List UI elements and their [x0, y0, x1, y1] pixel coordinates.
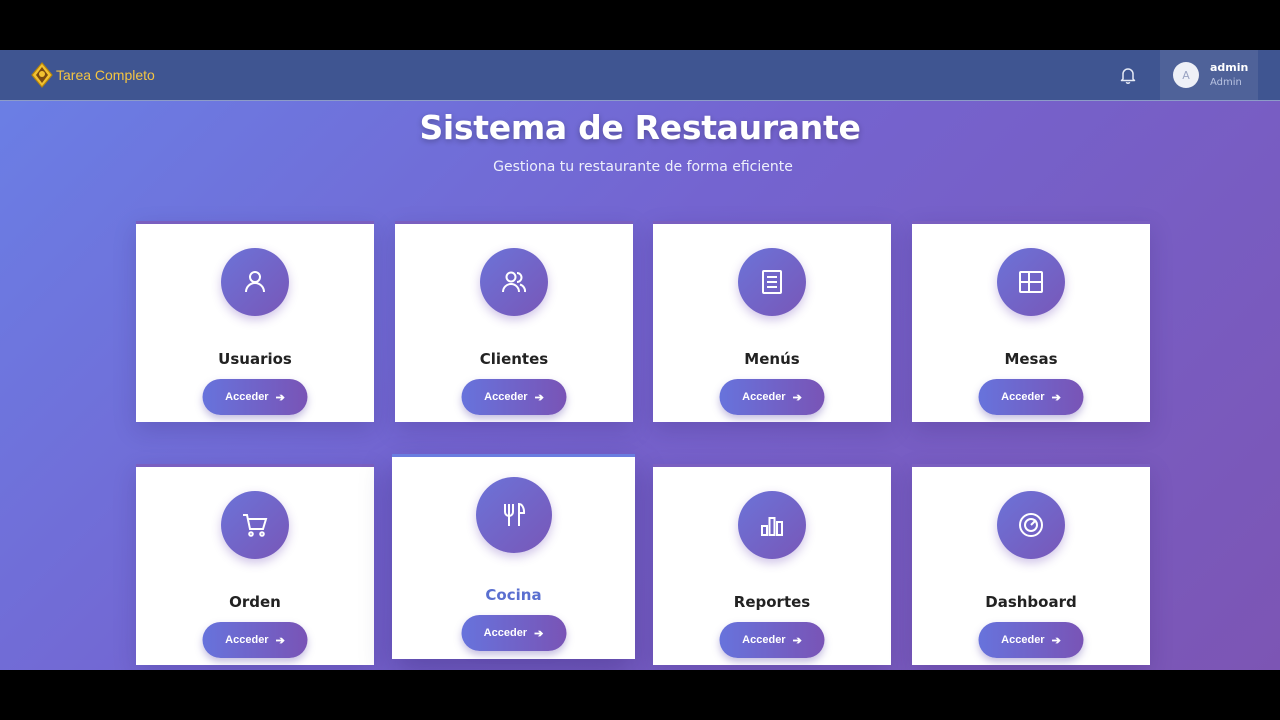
user-icon	[245, 271, 265, 293]
icon-circle	[997, 491, 1065, 559]
access-button-label: Acceder	[225, 634, 269, 646]
gauge-icon	[1019, 513, 1043, 537]
avatar: A	[1173, 62, 1199, 88]
access-button-label: Acceder	[1001, 391, 1045, 403]
module-label: Menús	[744, 350, 800, 368]
icon-circle	[738, 248, 806, 316]
access-button-orden[interactable]: Acceder ➔	[202, 622, 308, 658]
arrow-right-icon: ➔	[534, 627, 544, 640]
access-button-clientes[interactable]: Acceder ➔	[461, 379, 567, 415]
module-card-menus[interactable]: Menús Acceder ➔	[653, 221, 891, 422]
access-button-label: Acceder	[742, 391, 786, 403]
brand-logo-icon	[31, 62, 53, 88]
icon-circle	[221, 248, 289, 316]
module-label: Orden	[229, 593, 281, 611]
module-label: Cocina	[485, 586, 542, 604]
user-info: admin Admin	[1210, 60, 1248, 90]
access-button-mesas[interactable]: Acceder ➔	[978, 379, 1084, 415]
module-label: Usuarios	[218, 350, 292, 368]
users-icon	[502, 271, 527, 293]
module-label: Reportes	[733, 593, 811, 611]
access-button-reportes[interactable]: Acceder ➔	[719, 622, 825, 658]
user-menu[interactable]: A admin Admin	[1160, 50, 1258, 100]
arrow-right-icon: ➔	[792, 391, 802, 404]
arrow-right-icon: ➔	[1051, 391, 1061, 404]
module-label: Mesas	[1004, 350, 1058, 368]
icon-circle	[997, 248, 1065, 316]
module-card-mesas[interactable]: Mesas Acceder ➔	[912, 221, 1150, 422]
module-card-orden[interactable]: Orden Acceder ➔	[136, 464, 374, 665]
module-card-usuarios[interactable]: Usuarios Acceder ➔	[136, 221, 374, 422]
letterbox-top	[0, 0, 1280, 50]
brand-name: Tarea Completo	[56, 67, 155, 83]
access-button-label: Acceder	[484, 391, 528, 403]
icon-circle	[738, 491, 806, 559]
access-button-label: Acceder	[483, 627, 528, 639]
access-button-label: Acceder	[225, 391, 269, 403]
user-role: Admin	[1210, 77, 1242, 88]
icon-circle	[221, 491, 289, 559]
module-card-cocina[interactable]: Cocina Acceder ➔	[392, 454, 635, 659]
arrow-right-icon: ➔	[275, 391, 285, 404]
access-button-label: Acceder	[742, 634, 786, 646]
icon-circle	[480, 248, 548, 316]
access-button-label: Acceder	[1001, 634, 1045, 646]
page-title: Sistema de Restaurante	[419, 108, 861, 147]
access-button-usuarios[interactable]: Acceder ➔	[202, 379, 308, 415]
access-button-cocina[interactable]: Acceder ➔	[461, 615, 566, 651]
module-card-dashboard[interactable]: Dashboard Acceder ➔	[912, 464, 1150, 665]
page-subtitle: Gestiona tu restaurante de forma eficien…	[493, 159, 793, 175]
arrow-right-icon: ➔	[792, 634, 802, 647]
module-label: Dashboard	[985, 593, 1077, 611]
cart-icon	[243, 514, 268, 537]
brand-link[interactable]: Tarea Completo	[30, 60, 155, 90]
user-name: admin	[1210, 61, 1249, 74]
menu-list-icon	[762, 270, 782, 294]
table-layout-icon	[1019, 271, 1043, 293]
access-button-dashboard[interactable]: Acceder ➔	[978, 622, 1084, 658]
module-card-clientes[interactable]: Clientes Acceder ➔	[395, 221, 633, 422]
icon-circle	[475, 477, 552, 553]
arrow-right-icon: ➔	[534, 391, 544, 404]
arrow-right-icon: ➔	[1051, 634, 1061, 647]
arrow-right-icon: ➔	[275, 634, 285, 647]
module-card-reportes[interactable]: Reportes Acceder ➔	[653, 464, 891, 665]
navbar: Tarea Completo A admin Admin	[0, 50, 1280, 101]
app-window: Tarea Completo A admin Admin Sistema de …	[0, 50, 1280, 670]
letterbox-bottom	[0, 670, 1280, 720]
bar-chart-icon	[761, 517, 783, 536]
module-label: Clientes	[479, 350, 549, 368]
access-button-menus[interactable]: Acceder ➔	[719, 379, 825, 415]
notification-bell-icon[interactable]	[1118, 65, 1138, 85]
fork-knife-icon	[503, 502, 525, 526]
